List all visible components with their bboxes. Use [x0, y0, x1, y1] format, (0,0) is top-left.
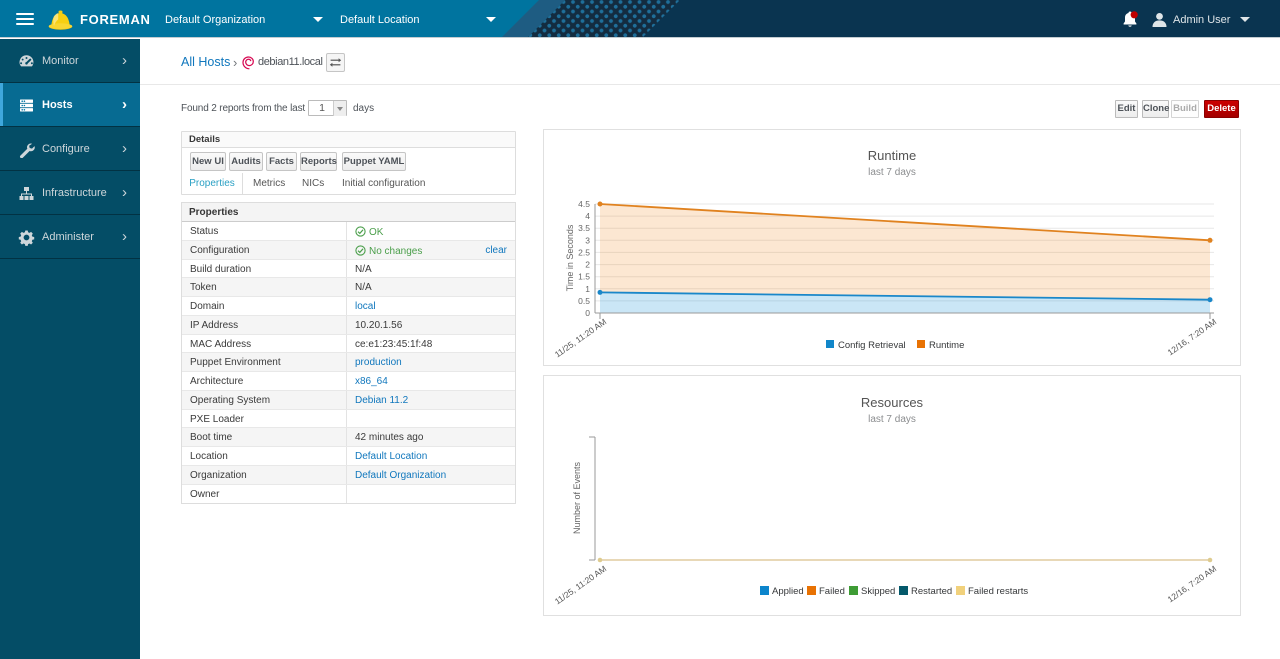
svg-text:12/16, 7:20 AM: 12/16, 7:20 AM [1166, 563, 1219, 604]
svg-text:3.5: 3.5 [578, 223, 590, 233]
svg-text:Applied: Applied [772, 586, 804, 597]
svg-text:12/16, 7:20 AM: 12/16, 7:20 AM [1166, 316, 1219, 357]
svg-text:11/25, 11:20 AM: 11/25, 11:20 AM [553, 563, 608, 606]
svg-text:3: 3 [585, 235, 590, 245]
svg-text:11/25, 11:20 AM: 11/25, 11:20 AM [553, 316, 608, 359]
svg-text:1: 1 [585, 284, 590, 294]
svg-text:Config Retrieval: Config Retrieval [838, 340, 906, 351]
svg-text:Time in Seconds: Time in Seconds [565, 224, 575, 291]
svg-text:Runtime: Runtime [929, 340, 964, 351]
svg-text:Number of Events: Number of Events [572, 461, 582, 534]
svg-text:Failed: Failed [819, 586, 845, 597]
svg-text:0.5: 0.5 [578, 296, 590, 306]
svg-text:1.5: 1.5 [578, 272, 590, 282]
svg-text:Restarted: Restarted [911, 586, 952, 597]
svg-text:4: 4 [585, 211, 590, 221]
svg-text:2.5: 2.5 [578, 247, 590, 257]
svg-text:Failed restarts: Failed restarts [968, 586, 1028, 597]
svg-text:0: 0 [585, 308, 590, 318]
svg-text:Skipped: Skipped [861, 586, 895, 597]
svg-text:4.5: 4.5 [578, 199, 590, 209]
svg-text:2: 2 [585, 260, 590, 270]
